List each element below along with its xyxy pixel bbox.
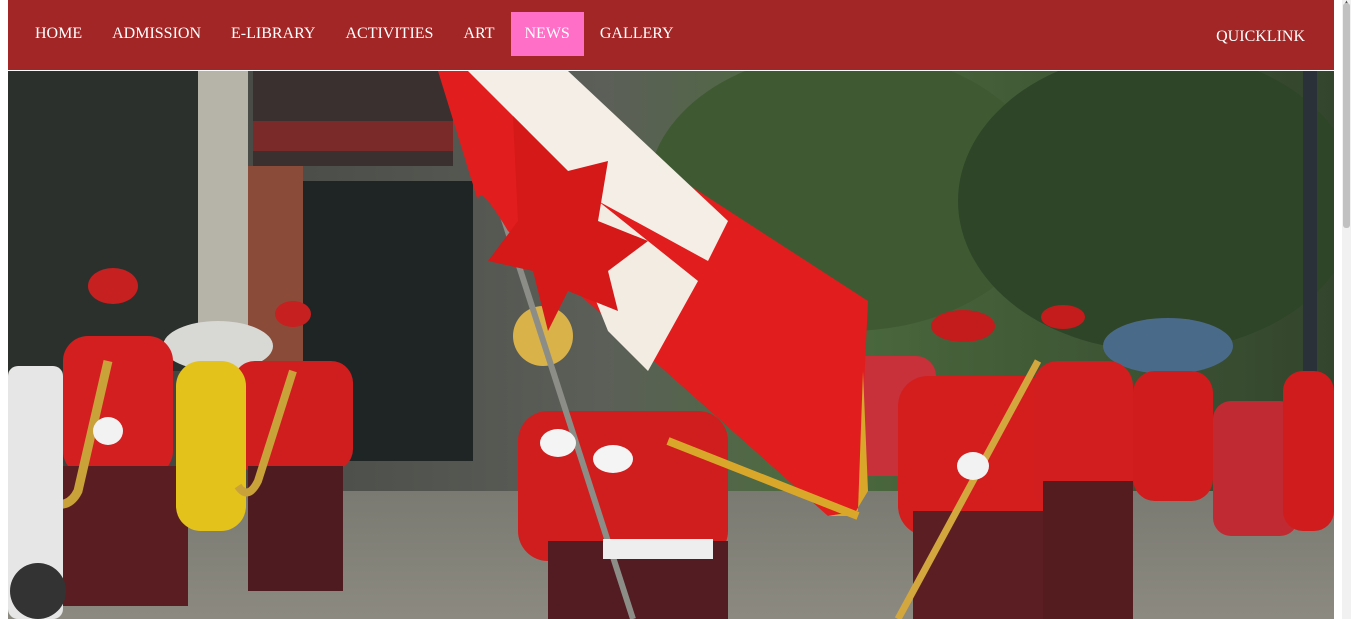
nav-menu: HOME ADMISSION E-LIBRARY ACTIVITIES ART … bbox=[8, 0, 690, 70]
quicklink-link[interactable]: QUICKLINK bbox=[1216, 28, 1305, 46]
nav-item-e-library[interactable]: E-LIBRARY bbox=[217, 12, 329, 56]
nav-item-admission[interactable]: ADMISSION bbox=[98, 12, 215, 56]
page-scrollbar[interactable]: ▲ bbox=[1342, 0, 1351, 619]
top-navbar: HOME ADMISSION E-LIBRARY ACTIVITIES ART … bbox=[8, 0, 1334, 70]
nav-item-art[interactable]: ART bbox=[449, 12, 508, 56]
hero-image bbox=[8, 71, 1334, 619]
nav-item-gallery[interactable]: GALLERY bbox=[586, 12, 688, 56]
scrollbar-thumb[interactable] bbox=[1343, 3, 1350, 228]
nav-item-activities[interactable]: ACTIVITIES bbox=[331, 12, 447, 56]
parade-photo-icon bbox=[8, 71, 1334, 619]
nav-item-news[interactable]: NEWS bbox=[510, 12, 584, 56]
nav-item-home[interactable]: HOME bbox=[21, 12, 96, 56]
